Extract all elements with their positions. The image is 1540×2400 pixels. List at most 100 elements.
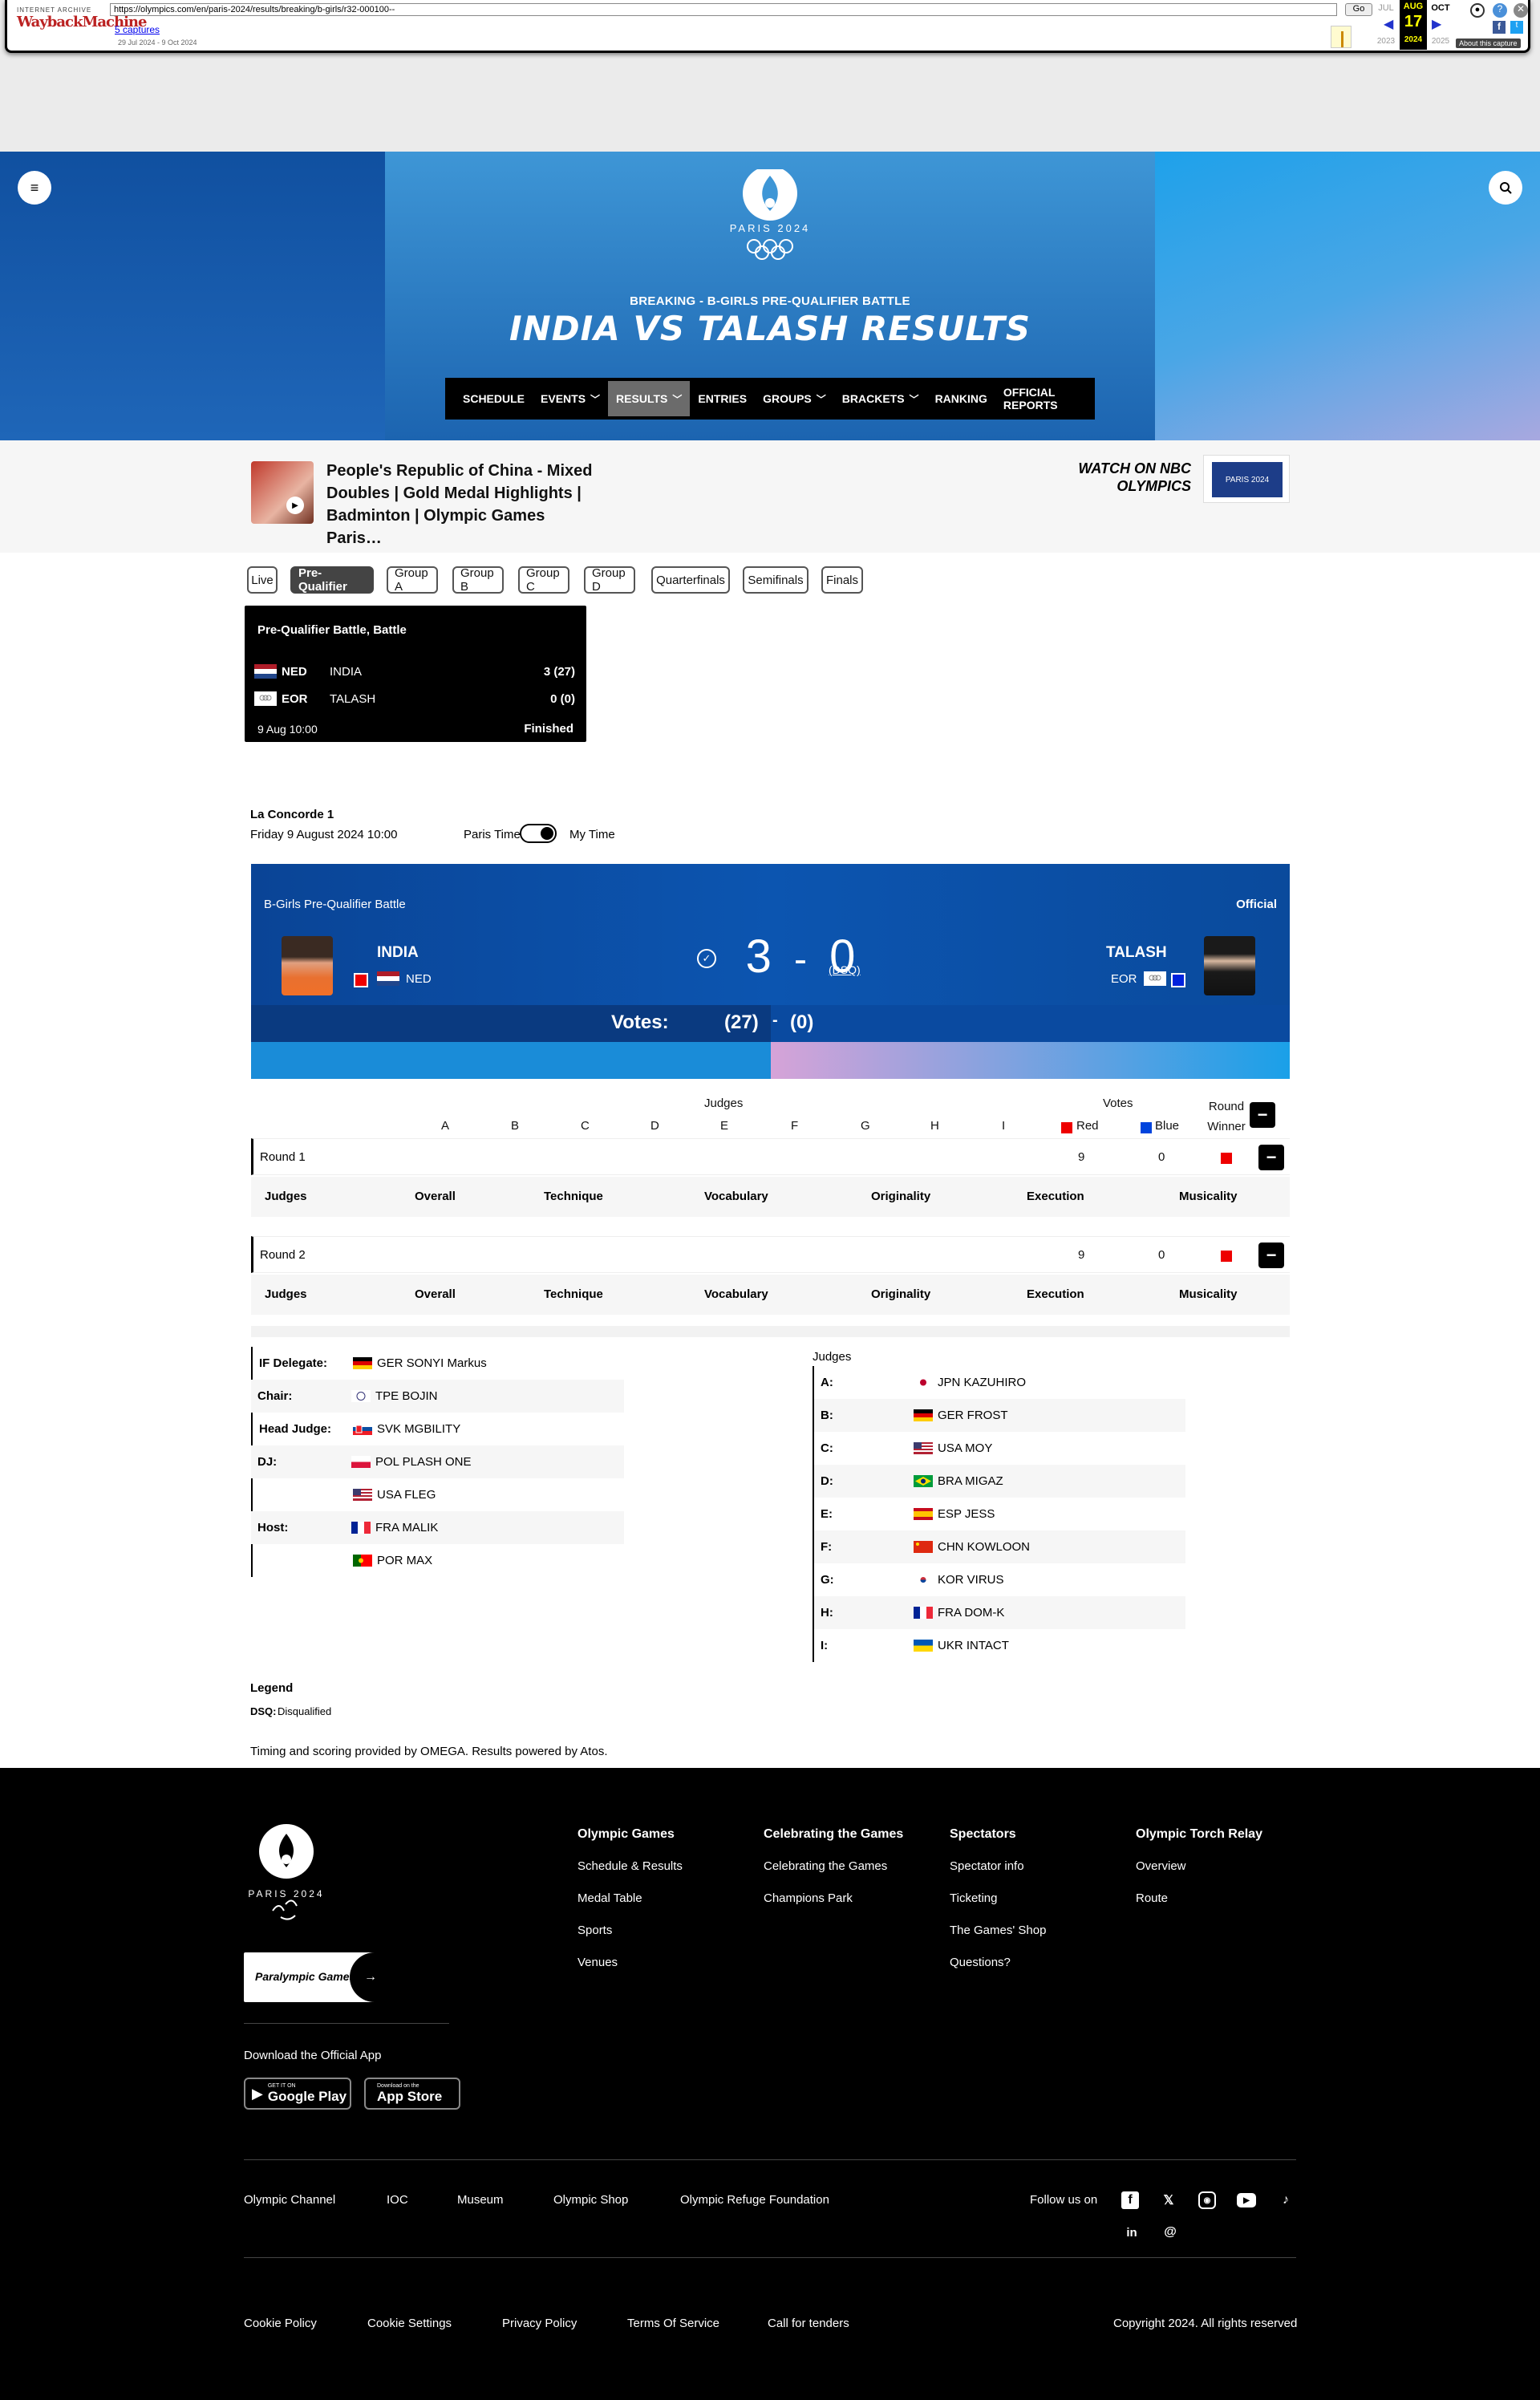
tab-group-c[interactable]: Group C [518,566,569,594]
wayback-go-button[interactable]: Go [1345,3,1372,16]
instagram-icon[interactable]: ◉ [1198,2191,1216,2209]
footer-link[interactable]: Schedule & Results [578,1859,683,1873]
tab-pre-qualifier[interactable]: Pre-Qualifier [290,566,374,594]
footer-link[interactable]: Medal Table [578,1891,642,1905]
help-icon[interactable]: ? [1493,3,1507,18]
round-row[interactable]: Round 2 9 0 − [251,1236,1290,1273]
nav-official-reports[interactable]: OFFICIAL REPORTS [995,381,1095,416]
match-card[interactable]: Pre-Qualifier Battle, Battle NED INDIA 3… [245,606,586,742]
year-next[interactable]: 2025 [1427,37,1454,46]
footer-bottom-link[interactable]: Museum [457,2193,504,2207]
footer-link[interactable]: Spectator info [950,1859,1024,1873]
legal-link[interactable]: Cookie Policy [244,2317,317,2330]
criteria-header: Judges Overall Technique Vocabulary Orig… [251,1275,1290,1315]
footer-bottom-link[interactable]: Olympic Channel [244,2193,335,2207]
close-icon[interactable]: ✕ [1514,3,1528,18]
sparkline[interactable] [1331,26,1352,48]
collapse-round-button[interactable]: − [1258,1145,1284,1170]
footer-bottom-link[interactable]: IOC [387,2193,408,2207]
judge-name: FRA DOM-K [938,1606,1005,1620]
footer-bottom-link[interactable]: Olympic Refuge Foundation [680,2193,829,2207]
blue-label: Blue [1155,1119,1180,1133]
footer-link[interactable]: Questions? [950,1956,1011,1969]
footer-link[interactable]: Overview [1136,1859,1186,1873]
nav-ranking[interactable]: RANKING [927,381,995,416]
dsq-label[interactable]: (DSQ) [829,963,861,976]
legal-link[interactable]: Cookie Settings [367,2317,452,2330]
tab-group-b[interactable]: Group B [452,566,504,594]
nav-events[interactable]: EVENTS ﹀ [533,381,608,416]
month-next[interactable]: OCT [1427,3,1454,13]
chevron-down-icon: ﹀ [672,393,683,405]
prev-arrow-icon[interactable]: ◀ [1384,16,1393,32]
about-capture-button[interactable]: About this capture [1456,39,1521,48]
x-twitter-icon[interactable]: 𝕏 [1160,2191,1177,2209]
legal-link[interactable]: Terms Of Service [627,2317,719,2330]
legal-link[interactable]: Call for tenders [768,2317,849,2330]
next-arrow-icon[interactable]: ▶ [1432,16,1441,32]
footer-link[interactable]: Sports [578,1924,612,1937]
app-store-button[interactable]: Download on the App Store [364,2078,460,2110]
official-name: POL PLASH ONE [375,1455,472,1469]
captures-link[interactable]: 5 captures [115,24,160,35]
twitter-icon[interactable]: t [1510,21,1523,34]
scoreboard-status: Official [1236,898,1277,911]
search-icon[interactable] [1489,171,1522,205]
footer-link[interactable]: The Games' Shop [950,1924,1046,1937]
legal-link[interactable]: Privacy Policy [502,2317,577,2330]
criteria-execution: Execution [1027,1287,1084,1301]
facebook-icon[interactable]: f [1121,2191,1139,2209]
paralympic-games-button[interactable]: Paralympic Games → [244,1952,391,2002]
nav-brackets[interactable]: BRACKETS ﹀ [834,381,927,416]
video-title[interactable]: People's Republic of China - Mixed Doubl… [326,460,599,549]
nav-entries[interactable]: ENTRIES [690,381,755,416]
round-winner-red-icon [1221,1251,1232,1262]
criteria-vocabulary: Vocabulary [704,1190,768,1203]
footer-link[interactable]: Celebrating the Games [764,1859,887,1873]
usa-flag-icon [353,1489,372,1501]
footer-link[interactable]: Venues [578,1956,618,1969]
month-prev[interactable]: JUL [1372,3,1400,13]
arrow-right-icon: → [350,1952,391,2002]
footer-link[interactable]: Ticketing [950,1891,997,1905]
nav-schedule[interactable]: SCHEDULE [455,381,533,416]
time-toggle[interactable] [520,824,557,843]
footer-brand-text: PARIS 2024 [248,1888,325,1899]
nbc-olympics-logo[interactable]: PARIS 2024 [1203,455,1290,503]
collapse-round-button[interactable]: − [1258,1243,1284,1268]
judge-letter: G: [821,1573,834,1587]
nav-label: OFFICIAL REPORTS [1003,386,1058,411]
menu-icon[interactable]: ≡ [18,171,51,205]
footer-link[interactable]: Route [1136,1891,1168,1905]
google-play-button[interactable]: ▶ GET IT ON Google Play [244,2078,351,2110]
footer-column-title: Olympic Torch Relay [1136,1827,1262,1841]
threads-icon[interactable]: @ [1161,2224,1179,2241]
tab-quarterfinals[interactable]: Quarterfinals [651,566,730,594]
year-prev[interactable]: 2023 [1372,37,1400,46]
judge-letter: C [581,1119,590,1133]
footer-bottom-link[interactable]: Olympic Shop [553,2193,628,2207]
tab-finals[interactable]: Finals [821,566,863,594]
wayback-url-input[interactable]: https://olympics.com/en/paris-2024/resul… [110,3,1337,16]
footer-link[interactable]: Champions Park [764,1891,853,1905]
tiktok-icon[interactable]: ♪ [1277,2191,1295,2209]
collapse-all-button[interactable]: − [1250,1102,1275,1128]
wayback-logo[interactable]: INTERNET ARCHIVE WaybackMachine [17,6,147,39]
tab-group-d[interactable]: Group D [584,566,635,594]
judge-row: H: FRA DOM-K [813,1596,1185,1629]
video-thumbnail[interactable]: ▶ [251,461,314,524]
round-row[interactable]: Round 1 9 0 − [251,1138,1290,1175]
footer-paris-logo[interactable]: PARIS 2024 [244,1824,329,1927]
paris-2024-logo[interactable]: PARIS 2024 [722,166,818,266]
youtube-icon[interactable]: ▶ [1237,2193,1256,2207]
tab-semifinals[interactable]: Semifinals [743,566,808,594]
linkedin-icon[interactable]: in [1123,2224,1141,2241]
official-name: POR MAX [377,1554,433,1567]
facebook-icon[interactable]: f [1493,21,1506,34]
tab-group-a[interactable]: Group A [387,566,438,594]
nav-results[interactable]: RESULTS ﹀ [608,381,691,416]
judge-name: BRA MIGAZ [938,1474,1003,1488]
user-icon[interactable]: ● [1470,3,1485,18]
tab-live[interactable]: Live [247,566,278,594]
nav-groups[interactable]: GROUPS ﹀ [755,381,834,416]
